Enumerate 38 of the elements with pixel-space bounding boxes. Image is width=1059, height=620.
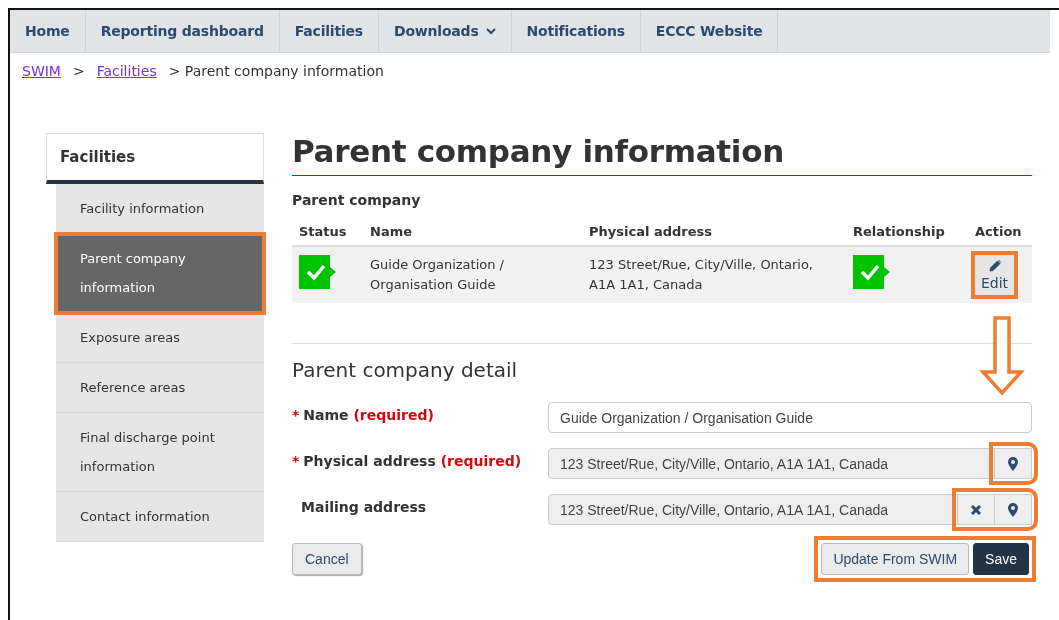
nav-link[interactable]: Facilities xyxy=(279,10,379,52)
nav-link[interactable]: Home xyxy=(10,10,86,52)
breadcrumb-current: > Parent company information xyxy=(168,63,384,79)
map-pin-icon xyxy=(1008,456,1018,471)
nav-link[interactable]: Downloads xyxy=(379,10,512,52)
pencil-icon xyxy=(987,259,1002,273)
sidebar-item[interactable]: Final discharge point information xyxy=(56,413,264,492)
locate-button[interactable] xyxy=(995,494,1032,525)
map-pin-icon xyxy=(1008,502,1018,517)
field-label: * Name (required) xyxy=(292,406,435,423)
input-field[interactable]: Guide Organization / Organisation Guide xyxy=(548,402,1032,433)
breadcrumb-link[interactable]: SWIM xyxy=(22,63,61,79)
sidebar-item[interactable]: Reference areas xyxy=(56,363,264,413)
close-icon xyxy=(970,503,982,516)
locate-button[interactable] xyxy=(995,448,1032,479)
field-label: * Physical address (required) xyxy=(292,452,523,469)
breadcrumb-link[interactable]: Facilities xyxy=(96,63,157,79)
sidebar-item[interactable]: Parent company information xyxy=(56,234,264,313)
table-cell: Guide Organization / Organisation Guide xyxy=(363,246,583,303)
sidebar-item[interactable]: Contact information xyxy=(56,492,264,542)
readonly-field[interactable]: 123 Street/Rue, City/Ville, Ontario, A1A 1A1, Canada xyxy=(548,448,995,479)
sidebar-item[interactable]: Facility information xyxy=(56,184,264,234)
save-button[interactable]: Save xyxy=(973,543,1029,575)
sidebar-title: Facilities xyxy=(46,133,264,184)
field-label: Mailing address xyxy=(300,498,428,515)
page-title: Parent company information xyxy=(292,133,1032,176)
cancel-button[interactable]: Cancel xyxy=(292,543,362,575)
breadcrumb-separator: > xyxy=(72,63,85,79)
readonly-field[interactable]: 123 Street/Rue, City/Ville, Ontario, A1A 1A1, Canada xyxy=(548,494,958,525)
update-button[interactable]: Update From SWIM xyxy=(821,543,970,575)
nav-link[interactable]: Reporting dashboard xyxy=(85,10,280,52)
sidebar-item[interactable]: Exposure areas xyxy=(56,313,264,363)
section-heading: Parent company xyxy=(292,192,422,208)
clear-button[interactable] xyxy=(958,494,995,525)
section-heading: Parent company detail xyxy=(292,358,519,382)
nav-link[interactable]: ECCC Website xyxy=(640,10,779,52)
nav-link[interactable]: Notifications xyxy=(511,10,641,52)
table-cell: 123 Street/Rue, City/Ville, Ontario, A1A 1A1, Canada xyxy=(582,246,847,303)
